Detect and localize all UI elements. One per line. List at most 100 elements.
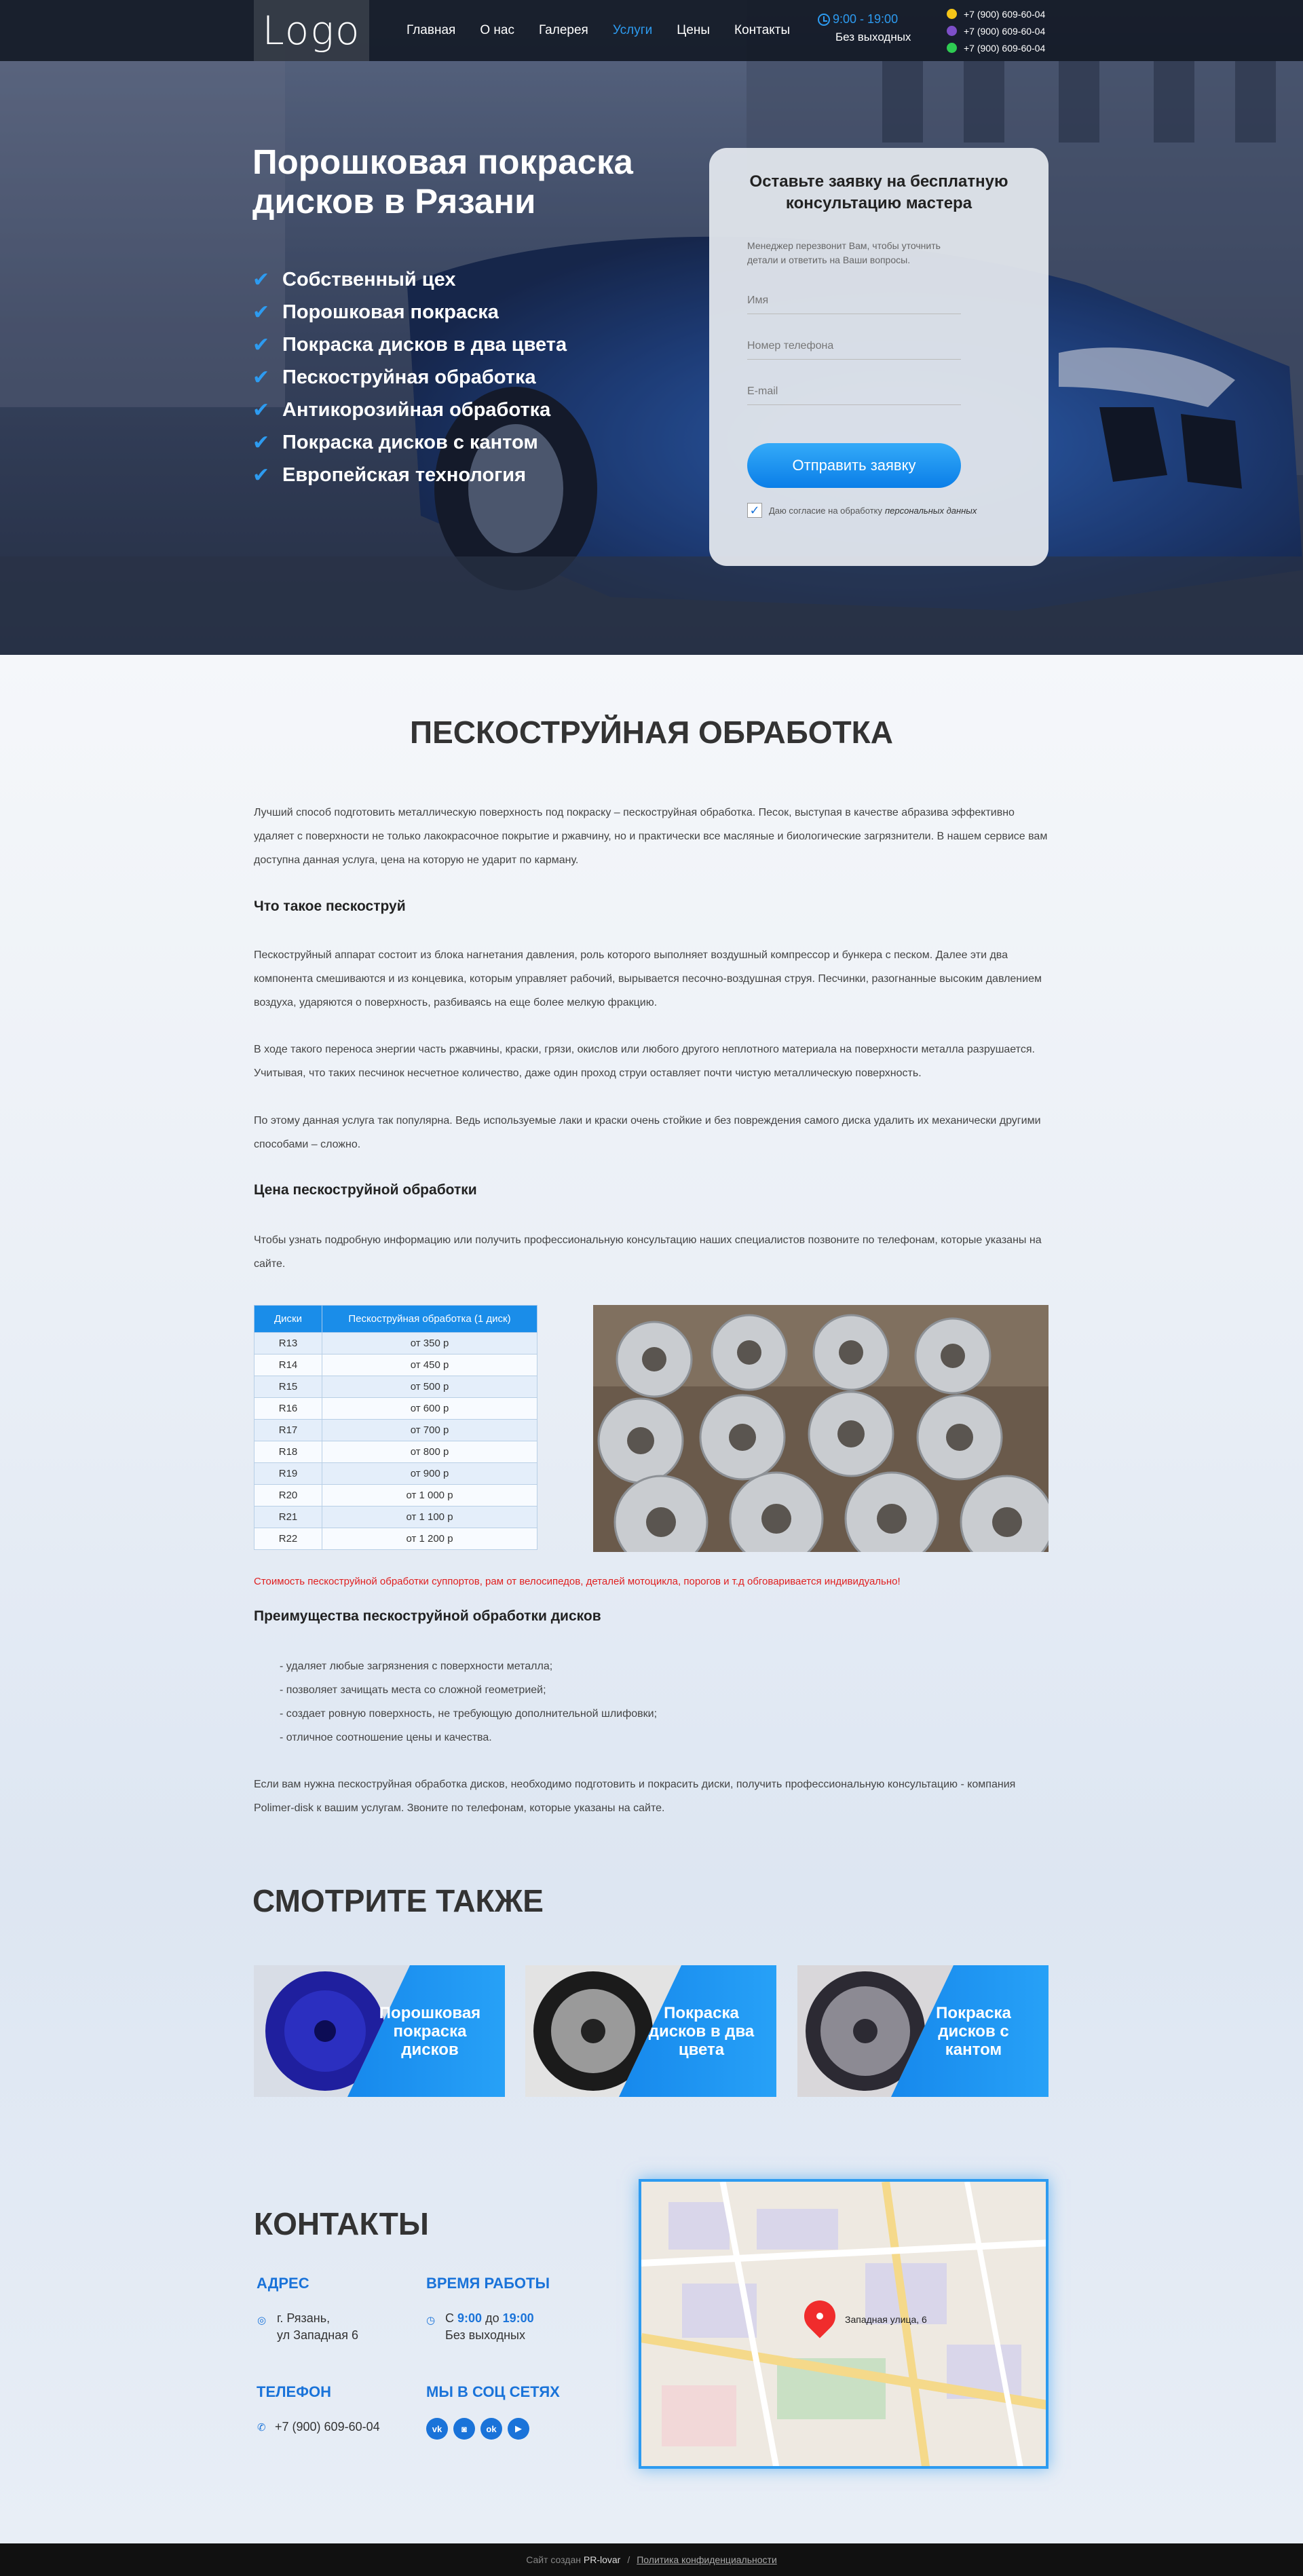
see-also-title: СМОТРИТЕ ТАКЖЕ	[252, 1883, 544, 1918]
youtube-icon[interactable]: ▶	[508, 2418, 529, 2440]
list-item: - удаляет любые загрязнения с поверхност…	[280, 1661, 553, 1672]
what-paragraph-1: Пескоструйный аппарат состоит из блока н…	[254, 949, 1042, 1008]
phone-input[interactable]	[747, 333, 961, 360]
check-icon: ✔	[252, 333, 270, 356]
table-row: R18 от 800 р	[254, 1441, 537, 1463]
benefits-list: ✔ Собственный цех ✔ Порошковая покраска ✔ П…	[252, 263, 567, 491]
hours-time: 9:00 - 19:00	[833, 12, 899, 26]
phone-icon: ✆	[257, 2422, 266, 2433]
header-phones: +7 (900) 609-60-04 +7 (900) 609-60-04 +7…	[947, 5, 1045, 56]
instagram-icon[interactable]: ◙	[453, 2418, 475, 2440]
individual-price-note: Стоимость пескоструйной обработки суппор…	[254, 1576, 901, 1587]
location-icon: ◎	[257, 2315, 267, 2326]
contacts-title: КОНТАКТЫ	[254, 2206, 429, 2241]
address-text: г. Рязань, ул Западная 6	[277, 2311, 358, 2342]
submit-request-button[interactable]: Отправить заявку	[747, 443, 961, 488]
table-header: Диски	[254, 1305, 322, 1333]
clock-icon: ◷	[426, 2315, 436, 2326]
logo[interactable]: Logo	[254, 0, 369, 61]
service-card-powder[interactable]: Порошковая покраска дисков	[254, 1965, 505, 2097]
personal-data-link[interactable]: персональных данных	[885, 506, 977, 516]
privacy-policy-link[interactable]: Политика конфиденциальности	[637, 2554, 777, 2565]
sandblasted-rims-photo	[593, 1305, 1049, 1552]
table-row: R19 от 900 р	[254, 1462, 537, 1485]
benefit-item: ✔ Собственный цех	[252, 268, 456, 291]
vk-icon[interactable]: vk	[426, 2418, 448, 2440]
advantages-list: - удаляет любые загрязнения с поверхност…	[280, 1654, 657, 1749]
location-map[interactable]: Западная улица, 6	[639, 2179, 1049, 2469]
odnoklassniki-icon[interactable]: ok	[480, 2418, 502, 2440]
phone-row[interactable]: +7 (900) 609-60-04	[947, 5, 1045, 22]
list-item: - отличное соотношение цены и качества.	[280, 1732, 492, 1743]
nav-services[interactable]: Услуги	[613, 23, 652, 38]
list-item: - создает ровную поверхность, не требующ…	[280, 1708, 658, 1720]
table-row: R14 от 450 р	[254, 1354, 537, 1376]
nav-prices[interactable]: Цены	[677, 23, 710, 38]
hours-text: С 9:00 до 19:00 Без выходных	[445, 2311, 534, 2342]
service-card-edge[interactable]: Покраска дисков с кантом	[797, 1965, 1049, 2097]
nav-gallery[interactable]: Галерея	[539, 23, 588, 38]
whatsapp-icon	[947, 43, 957, 53]
what-title: Что такое пескоструй	[254, 898, 406, 914]
clock-icon	[818, 14, 830, 26]
check-icon: ✔	[252, 268, 270, 291]
card-label: Покраска дисков с кантом	[936, 2003, 1011, 2059]
intro-paragraph: Лучший способ подготовить металлическую …	[254, 807, 1048, 866]
what-paragraph-3: По этому данная услуга так популярна. Ве…	[254, 1115, 1041, 1150]
hours-heading: ВРЕМЯ РАБОТЫ	[426, 2275, 550, 2292]
outro-paragraph: Если вам нужна пескоструйная обработка д…	[254, 1779, 1016, 1814]
table-row: R13 от 350 р	[254, 1332, 537, 1355]
card-label: Порошковая покраска дисков	[379, 2003, 481, 2059]
page-title: ПЕСКОСТРУЙНАЯ ОБРАБОТКА	[410, 715, 893, 750]
social-heading: МЫ В СОЦ СЕТЯХ	[426, 2383, 560, 2400]
main-nav: Главная О нас Галерея Услуги Цены Контак…	[407, 0, 814, 61]
check-icon: ✔	[252, 431, 270, 454]
check-icon: ✔	[252, 463, 270, 487]
social-links: vk ◙ ok ▶	[426, 2418, 529, 2440]
hours-days: Без выходных	[835, 31, 911, 43]
table-header: Пескоструйная обработка (1 диск)	[322, 1305, 537, 1333]
benefit-item: ✔ Антикорозийная обработка	[252, 398, 551, 421]
address-heading: АДРЕС	[257, 2275, 309, 2292]
price-paragraph: Чтобы узнать подробную информацию или по…	[254, 1234, 1042, 1270]
phone-text[interactable]: +7 (900) 609-60-04	[275, 2419, 380, 2436]
phone-row[interactable]: +7 (900) 609-60-04	[947, 39, 1045, 56]
table-row: R15 от 500 р	[254, 1376, 537, 1398]
site-header: Logo Главная О нас Галерея Услуги Цены К…	[0, 0, 1303, 61]
consultation-form: Оставьте заявку на бесплатную консультац…	[709, 148, 1049, 566]
check-icon: ✔	[252, 301, 270, 324]
table-header-row: Диски Пескоструйная обработка (1 диск)	[254, 1305, 537, 1333]
footer-separator: /	[627, 2554, 630, 2565]
viber-icon	[947, 26, 957, 36]
hero-background-image	[0, 0, 1303, 655]
table-row: R17 от 700 р	[254, 1419, 537, 1441]
hero-title: Порошковая покраска дисков в Рязани	[252, 143, 633, 221]
what-paragraph-2: В ходе такого переноса энергии часть ржа…	[254, 1044, 1035, 1079]
name-input[interactable]	[747, 288, 961, 314]
benefit-item: ✔ Покраска дисков с кантом	[252, 431, 538, 454]
card-label: Покраска дисков в два цвета	[648, 2003, 755, 2059]
list-item: - позволяет зачищать места со сложной ге…	[280, 1684, 546, 1696]
phone-row[interactable]: +7 (900) 609-60-04	[947, 22, 1045, 39]
advantages-title: Преимущества пескоструйной обработки дис…	[254, 1608, 601, 1624]
table-row: R21 от 1 100 р	[254, 1506, 537, 1528]
table-row: R16 от 600 р	[254, 1397, 537, 1420]
price-title: Цена пескоструйной обработки	[254, 1182, 477, 1198]
working-hours: 9:00 - 19:00 Без выходных	[818, 12, 911, 44]
consent-row: ✓ Даю согласие на обработку персональных…	[747, 503, 1011, 518]
table-row: R20 от 1 000 р	[254, 1484, 537, 1507]
nav-contacts[interactable]: Контакты	[734, 23, 790, 38]
check-icon: ✔	[252, 366, 270, 389]
footer-made-by: Сайт создан PR-lovar	[526, 2554, 621, 2565]
map-address-label: Западная улица, 6	[845, 2314, 927, 2325]
benefit-item: ✔ Покраска дисков в два цвета	[252, 333, 567, 356]
nav-home[interactable]: Главная	[407, 23, 455, 38]
price-table: Диски Пескоструйная обработка (1 диск) R…	[254, 1305, 537, 1550]
email-input[interactable]	[747, 379, 961, 405]
form-title: Оставьте заявку на бесплатную консультац…	[749, 172, 1008, 212]
phone-heading: ТЕЛЕФОН	[257, 2383, 331, 2400]
nav-about[interactable]: О нас	[480, 23, 514, 38]
check-icon: ✔	[252, 398, 270, 421]
consent-checkbox[interactable]: ✓	[747, 503, 762, 518]
service-card-two-color[interactable]: Покраска дисков в два цвета	[525, 1965, 776, 2097]
